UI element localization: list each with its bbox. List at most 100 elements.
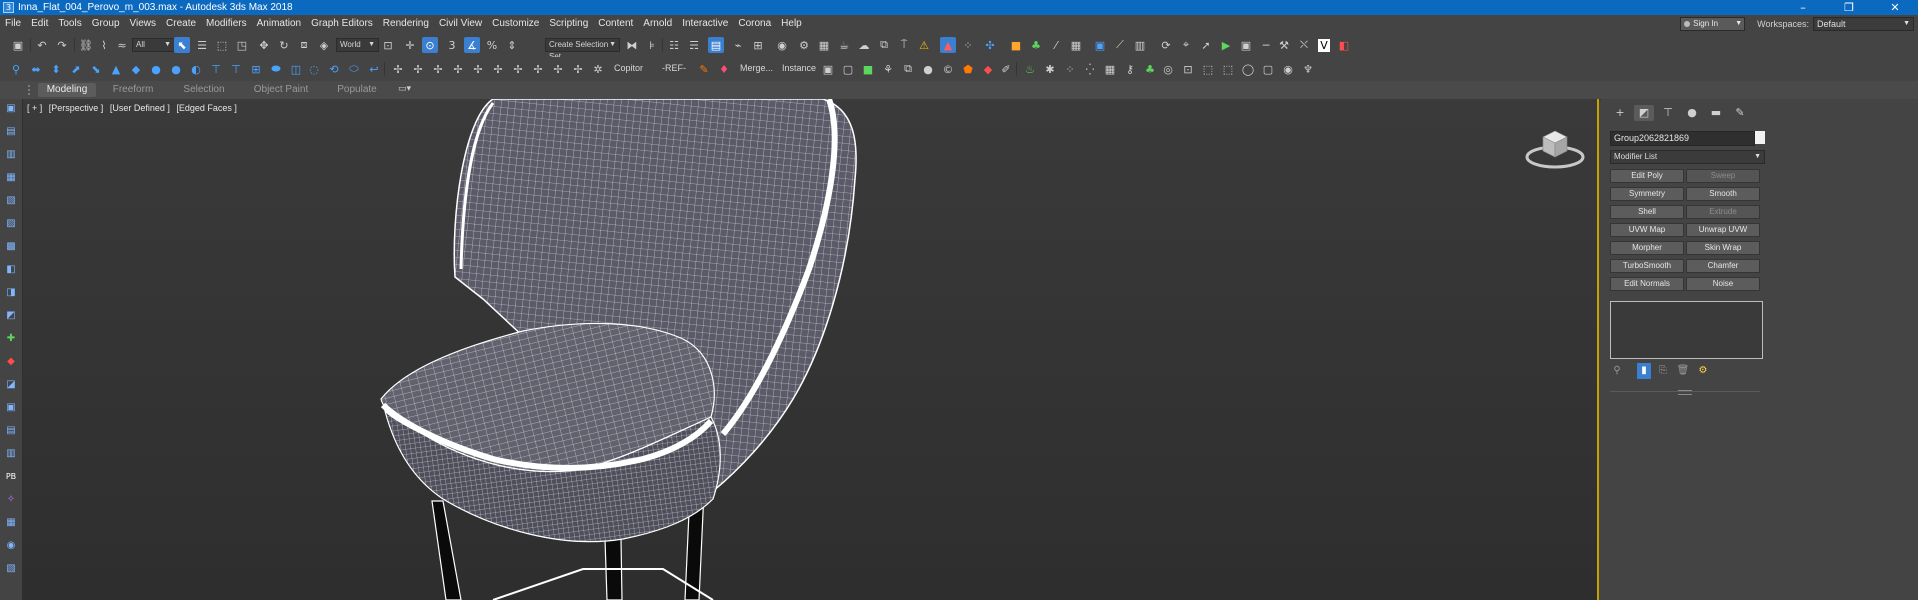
cross-tool-icon[interactable]: ⛌ [1296, 37, 1312, 53]
viewport-menu-plus[interactable]: [ + ] [27, 103, 42, 113]
frame-tool-2-icon[interactable]: ⬚ [1220, 61, 1236, 77]
remove-modifier-icon[interactable]: 🗑 [1676, 363, 1690, 379]
ring-tool-icon[interactable]: ◌ [306, 61, 322, 77]
selection-filter-dropdown[interactable]: All ▼ [132, 38, 175, 52]
undo-icon[interactable]: ↶ [34, 37, 50, 53]
light-bulb-icon[interactable]: ♨ [1022, 61, 1038, 77]
ref-button[interactable]: -REF- [662, 63, 686, 73]
loop-tool-icon[interactable]: ⟲ [326, 61, 342, 77]
plant-tool-icon[interactable]: ♣ [1028, 37, 1044, 53]
image-tool-icon[interactable]: ▣ [1092, 37, 1108, 53]
instance-button[interactable]: Instance [782, 63, 816, 73]
red-tool-icon[interactable]: ◧ [1336, 37, 1352, 53]
color-tool-icon[interactable]: ◆ [980, 61, 996, 77]
spinner-snap-icon[interactable]: ⇕ [504, 37, 520, 53]
extrude-button[interactable]: Extrude [1686, 205, 1760, 219]
strip-tool-20-icon[interactable]: ◉ [5, 540, 17, 552]
copitor-button[interactable]: Copitor [614, 63, 643, 73]
curve-editor-icon[interactable]: ⌁ [730, 37, 746, 53]
hierarchy-icon[interactable]: ⊤ [1658, 105, 1678, 121]
green-tool-icon[interactable]: ■ [860, 61, 876, 77]
unlink-icon[interactable]: ⌇ [96, 37, 112, 53]
tab-freeform[interactable]: Freeform [104, 83, 162, 97]
strip-tool-12-icon[interactable]: ◆ [5, 356, 17, 368]
tab-object-paint[interactable]: Object Paint [246, 83, 316, 97]
menu-help[interactable]: Help [776, 15, 807, 33]
shape-tool-4-icon[interactable]: ⬊ [88, 61, 104, 77]
menu-content[interactable]: Content [593, 15, 638, 33]
sphere-tool-icon[interactable]: ● [148, 61, 164, 77]
menu-civil-view[interactable]: Civil View [434, 15, 487, 33]
menu-corona[interactable]: Corona [733, 15, 776, 33]
strip-tool-2-icon[interactable]: ▤ [5, 126, 17, 138]
target-icon[interactable]: ⌖ [1178, 37, 1194, 53]
camera-tool-icon[interactable]: ▣ [820, 61, 836, 77]
display-tool-icon[interactable]: ▢ [840, 61, 856, 77]
modifier-list-dropdown[interactable]: Modifier List ▼ [1610, 150, 1765, 164]
viewport-point-of-view[interactable]: [Perspective ] [49, 103, 104, 113]
viewport-shading-label[interactable]: [User Defined ] [110, 103, 170, 113]
render-gallery-icon[interactable]: ⧉ [876, 37, 892, 53]
restore-button[interactable]: ❐ [1826, 0, 1872, 15]
menu-edit[interactable]: Edit [26, 15, 53, 33]
menu-file[interactable]: File [0, 15, 26, 33]
panel-resize-grip[interactable] [1678, 390, 1692, 395]
strip-tool-4-icon[interactable]: ▦ [5, 172, 17, 184]
menu-modifiers[interactable]: Modifiers [201, 15, 252, 33]
play-icon[interactable]: ▶ [1218, 37, 1234, 53]
schematic-view-icon[interactable]: ⊞ [750, 37, 766, 53]
menu-scripting[interactable]: Scripting [544, 15, 593, 33]
pivot-tool-1-icon[interactable]: ✢ [390, 61, 406, 77]
render-setup-icon[interactable]: ⚙ [796, 37, 812, 53]
shape-tool-1-icon[interactable]: ⬌ [28, 61, 44, 77]
square-tool-icon[interactable]: ▢ [1260, 61, 1276, 77]
strip-tool-7-icon[interactable]: ▩ [5, 241, 17, 253]
smooth-button[interactable]: Smooth [1686, 187, 1760, 201]
viewport-edged-faces[interactable]: [Edged Faces ] [176, 103, 237, 113]
undo-view-icon[interactable]: ↩ [366, 61, 382, 77]
modify-icon[interactable]: ◩ [1634, 105, 1654, 121]
measure-tool-icon[interactable]: ⟋ [1112, 37, 1128, 53]
utilities-icon[interactable]: ✎ [1730, 105, 1750, 121]
pivot-tool-5-icon[interactable]: ✢ [470, 61, 486, 77]
pivot-tool-3-icon[interactable]: ✢ [430, 61, 446, 77]
select-rotate-icon[interactable]: ↻ [276, 37, 292, 53]
branch-tool-icon[interactable]: ⚘ [880, 61, 896, 77]
noise-button[interactable]: Noise [1686, 277, 1760, 291]
selection-set-dropdown[interactable]: Create Selection Set▼ [545, 38, 620, 61]
select-scale-icon[interactable]: ⧈ [296, 37, 312, 53]
strip-tool-9-icon[interactable]: ◨ [5, 287, 17, 299]
refresh-icon[interactable]: ⟳ [1158, 37, 1174, 53]
heart-tool-icon[interactable]: ♦ [716, 61, 732, 77]
mirror-icon[interactable]: ⧓ [624, 37, 640, 53]
select-object-icon[interactable]: ⬉ [174, 37, 190, 53]
pivot-tool-4-icon[interactable]: ✢ [450, 61, 466, 77]
pin-stack-icon[interactable]: ⚲ [1610, 363, 1624, 379]
redo-icon[interactable]: ↷ [54, 37, 70, 53]
snap-cursor-icon[interactable]: ✣ [982, 37, 998, 53]
reference-coord-dropdown[interactable]: World ▼ [336, 38, 379, 52]
shape-tool-6-icon[interactable]: ◆ [128, 61, 144, 77]
menu-customize[interactable]: Customize [487, 15, 544, 33]
ribbon-grip[interactable] [28, 85, 34, 95]
c-tool-icon[interactable]: © [940, 61, 956, 77]
shape-tool-3-icon[interactable]: ⬈ [68, 61, 84, 77]
pivot-tool-2-icon[interactable]: ✢ [410, 61, 426, 77]
pivot-tool-10-icon[interactable]: ✢ [570, 61, 586, 77]
strip-tool-3-icon[interactable]: ▥ [5, 149, 17, 161]
shield-icon[interactable]: ⬟ [960, 61, 976, 77]
frame-tool-icon[interactable]: ⬚ [1200, 61, 1216, 77]
tab-populate[interactable]: Populate [324, 83, 390, 97]
strip-tool-15-icon[interactable]: ▤ [5, 425, 17, 437]
pivot-tool-11-icon[interactable]: ✲ [590, 61, 606, 77]
placement-icon[interactable]: ◈ [316, 37, 332, 53]
create-icon[interactable]: + [1610, 105, 1630, 121]
render-tool-icon[interactable]: ⍑ [896, 37, 912, 53]
render-production-icon[interactable]: ☕ [836, 37, 852, 53]
mesh-tool-icon[interactable]: ⁛ [1082, 61, 1098, 77]
warning-icon[interactable]: ⚠ [916, 37, 932, 53]
ribbon-options-icon[interactable]: ▭▾ [398, 84, 411, 94]
pivot-center-icon[interactable]: ⊡ [380, 37, 396, 53]
sphere-tool-3-icon[interactable]: ◐ [188, 61, 204, 77]
rect-selection-icon[interactable]: ⬚ [214, 37, 230, 53]
